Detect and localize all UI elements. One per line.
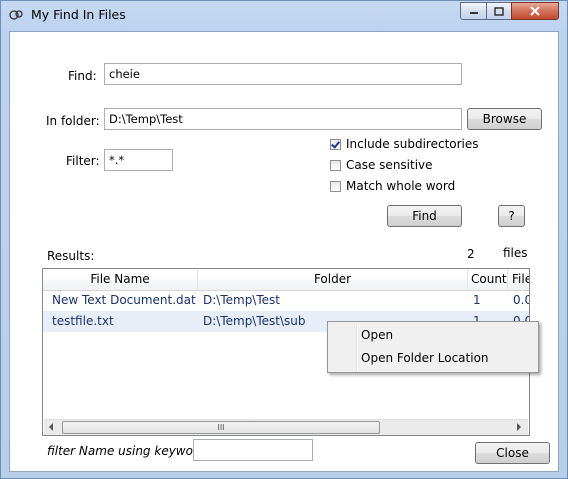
minimize-button[interactable]: [460, 2, 487, 20]
file-name-cell: New Text Document.dat: [52, 293, 196, 307]
folder-cell: D:\Temp\Test: [203, 293, 280, 307]
filter-label: Filter:: [66, 154, 100, 168]
scroll-left-icon[interactable]: [49, 423, 53, 431]
table-row[interactable]: New Text Document.dat D:\Temp\Test 1 0.0: [43, 290, 529, 311]
checkbox-label: Include subdirectories: [346, 137, 479, 151]
minimize-icon: [469, 12, 478, 14]
in-folder-label: In folder:: [46, 114, 100, 128]
menu-item-label: Open: [361, 328, 394, 342]
find-label: Find:: [68, 69, 97, 83]
checkbox-label: Match whole word: [346, 179, 456, 193]
window-title: My Find In Files: [31, 7, 126, 22]
match-whole-word-checkbox[interactable]: Match whole word: [330, 179, 455, 193]
keyword-filter-label: filter Name using keyword: [47, 444, 206, 458]
column-header-file[interactable]: File: [508, 269, 529, 290]
context-menu: Open Open Folder Location: [327, 321, 539, 373]
file-name-cell: testfile.txt: [52, 314, 114, 328]
scroll-right-icon[interactable]: [517, 423, 521, 431]
browse-button[interactable]: Browse: [467, 108, 542, 130]
close-button[interactable]: Close: [475, 442, 550, 464]
menu-item-open[interactable]: Open: [330, 324, 536, 346]
include-subdirectories-checkbox[interactable]: Include subdirectories: [330, 137, 479, 151]
results-count: 2: [467, 247, 475, 261]
column-header-file-name[interactable]: File Name: [43, 269, 198, 290]
scrollbar-thumb[interactable]: III: [62, 421, 380, 434]
results-files-label: files: [503, 246, 528, 260]
maximize-icon: [494, 6, 504, 16]
folder-input[interactable]: [104, 108, 462, 130]
column-header-count[interactable]: Count: [468, 269, 508, 290]
count-cell: 1: [473, 293, 481, 307]
results-label: Results:: [47, 249, 95, 263]
horizontal-scrollbar[interactable]: III: [44, 419, 528, 435]
file-cell: 0.0: [513, 293, 529, 307]
keyword-filter-input[interactable]: [193, 439, 313, 461]
maximize-button[interactable]: [486, 2, 512, 20]
folder-cell: D:\Temp\Test\sub: [203, 314, 306, 328]
close-icon: [530, 6, 540, 16]
column-header-folder[interactable]: Folder: [198, 269, 468, 290]
case-sensitive-checkbox[interactable]: Case sensitive: [330, 158, 433, 172]
menu-item-open-folder-location[interactable]: Open Folder Location: [330, 347, 536, 369]
app-icon: [9, 10, 23, 20]
title-bar[interactable]: My Find In Files: [1, 1, 567, 29]
find-button[interactable]: Find: [387, 205, 462, 227]
checkbox-box[interactable]: [330, 180, 341, 192]
checkbox-box[interactable]: [330, 138, 341, 150]
menu-item-label: Open Folder Location: [361, 351, 489, 365]
list-header: File Name Folder Count File: [43, 269, 529, 291]
help-button[interactable]: ?: [498, 205, 525, 227]
find-input[interactable]: [104, 63, 462, 85]
checkbox-label: Case sensitive: [346, 158, 433, 172]
close-window-button[interactable]: [511, 2, 559, 20]
filter-input[interactable]: [104, 149, 173, 171]
checkbox-box[interactable]: [330, 159, 341, 171]
